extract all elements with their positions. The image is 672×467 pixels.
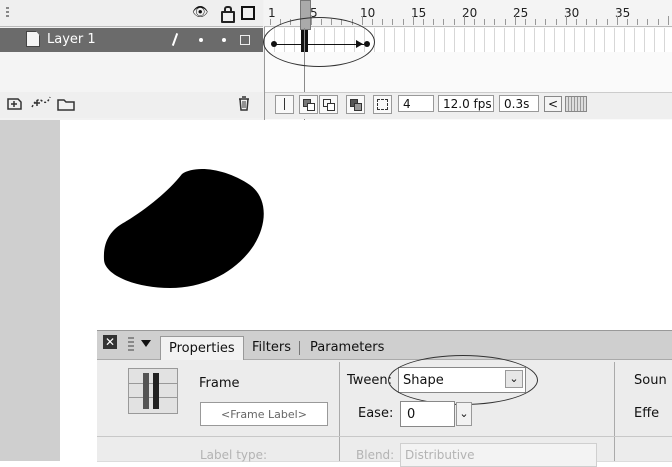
insert-folder-icon[interactable] [56, 95, 76, 115]
layer-page-icon [26, 31, 40, 47]
onion-skin-button[interactable] [299, 95, 318, 114]
horizontal-scrollbar-thumb[interactable] [565, 96, 587, 112]
ruler-tick [484, 19, 486, 25]
ruler-tick [616, 16, 618, 25]
ease-label: Ease: [358, 406, 394, 421]
ruler-tick [412, 16, 414, 25]
ruler-tick [270, 19, 271, 25]
ruler-number: 1 [268, 6, 276, 20]
scroll-left-button[interactable]: < [544, 96, 562, 112]
ruler-tick [474, 19, 475, 25]
current-frame-field: 4 [398, 95, 434, 112]
tween-highlight-ellipse [263, 17, 375, 67]
panel-divider [339, 362, 340, 461]
ruler-tick [514, 16, 516, 25]
ruler-tick [535, 19, 537, 25]
blend-label: Blend: [356, 448, 395, 462]
outline-icon[interactable] [241, 6, 255, 20]
ease-input[interactable]: 0 [400, 401, 455, 427]
timeline-grip-icon[interactable] [6, 7, 9, 19]
tween-highlight-ellipse [388, 355, 538, 405]
ruler-tick [586, 19, 588, 25]
ruler-tick [372, 19, 373, 25]
tab-filters[interactable]: Filters [244, 336, 299, 360]
lock-icon[interactable] [221, 6, 235, 23]
collapse-triangle-icon[interactable] [141, 340, 151, 347]
layer-list-empty [0, 52, 263, 92]
ruler-tick [402, 19, 404, 25]
frame-rate-field: 12.0 fps [438, 95, 494, 112]
shape-blob[interactable] [100, 160, 270, 295]
ease-value: 0 [407, 407, 416, 422]
layer-row[interactable]: Layer 1 [0, 28, 263, 52]
ruler-tick [606, 19, 608, 25]
center-frame-button[interactable] [275, 95, 294, 114]
tab-separator [299, 341, 300, 355]
ruler-tick [565, 16, 567, 25]
tween-label: Tween: [347, 373, 393, 388]
lock-dot[interactable] [222, 38, 226, 42]
ruler-tick [382, 19, 384, 25]
close-icon[interactable]: ✕ [103, 335, 117, 349]
ruler-tick [657, 19, 659, 25]
ruler-tick [423, 19, 424, 25]
ruler-tick [392, 19, 394, 25]
ease-slider-chevron-icon[interactable]: ⌄ [456, 402, 472, 426]
ruler-tick [667, 16, 669, 25]
pencil-icon [171, 33, 179, 46]
layer-name: Layer 1 [47, 32, 96, 47]
onion-skin-outlines-button[interactable] [319, 95, 338, 114]
ruler-tick [494, 19, 496, 25]
ruler-tick [361, 16, 363, 25]
label-type-label: Label type: [200, 448, 268, 462]
modify-onion-markers-button[interactable] [373, 95, 392, 114]
panel-divider-right [614, 362, 615, 461]
panel-row-divider [97, 436, 672, 437]
ruler-tick [647, 19, 649, 25]
frame-thumbnail-icon [128, 368, 178, 414]
tab-properties[interactable]: Properties [160, 336, 244, 361]
trash-icon[interactable] [236, 95, 252, 115]
ruler-tick [545, 19, 547, 25]
elapsed-time-field: 0.3s [499, 95, 539, 112]
visibility-dot[interactable] [199, 38, 203, 42]
outline-square[interactable] [240, 35, 250, 45]
ruler-tick [596, 19, 598, 25]
pasteboard [0, 120, 60, 461]
add-motion-guide-icon[interactable] [30, 95, 52, 115]
ruler-tick [576, 19, 577, 25]
ruler-tick [463, 16, 465, 25]
ruler-tick [504, 19, 506, 25]
ruler-tick [453, 19, 455, 25]
ruler-tick [555, 19, 557, 25]
edit-multiple-frames-button[interactable] [346, 95, 365, 114]
blend-value: Distributive [405, 448, 475, 462]
ruler-tick [433, 19, 435, 25]
panel-grip-icon[interactable] [128, 337, 134, 351]
effect-label: Effe [634, 406, 660, 421]
sound-label: Soun [634, 373, 667, 388]
onion-markers-icon [377, 99, 388, 110]
ruler-tick [525, 19, 526, 25]
frame-title: Frame [199, 376, 240, 391]
frame-label-input[interactable]: <Frame Label> [200, 402, 328, 426]
insert-layer-icon[interactable] [6, 95, 24, 115]
tab-parameters[interactable]: Parameters [302, 336, 392, 360]
ruler-tick [627, 19, 628, 25]
blend-select[interactable]: Distributive [400, 443, 597, 467]
ruler-tick [637, 19, 639, 25]
ruler-tick [443, 19, 445, 25]
eye-icon[interactable]: 👁 [192, 5, 209, 21]
center-frame-icon [284, 98, 285, 110]
